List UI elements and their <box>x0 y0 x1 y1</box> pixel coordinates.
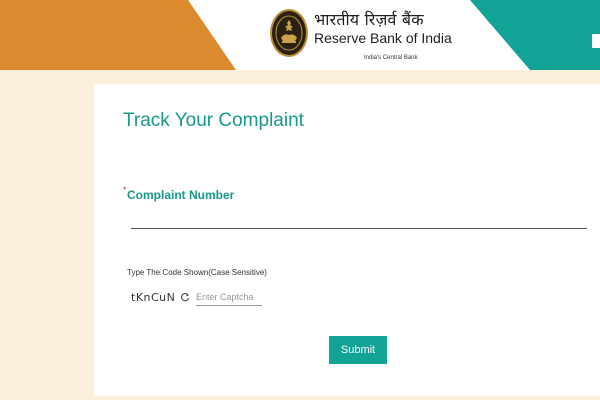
teal-band <box>470 0 600 70</box>
teal-band-notch <box>592 34 600 48</box>
complaint-number-label-text: Complaint Number <box>127 188 235 202</box>
logo-tagline: India's Central Bank <box>364 55 418 61</box>
required-marker: * <box>123 185 127 195</box>
captcha-input[interactable] <box>196 289 262 306</box>
saffron-band <box>0 0 236 70</box>
header: भारतीय रिज़र्व बैंक Reserve Bank of Indi… <box>0 0 600 70</box>
submit-button[interactable]: Submit <box>329 336 387 364</box>
refresh-icon[interactable] <box>180 292 190 302</box>
captcha-label: Type The Code Shown(Case Sensitive) <box>127 268 267 277</box>
page-title: Track Your Complaint <box>123 110 304 131</box>
complaint-form-card: Track Your Complaint * Complaint Number … <box>94 84 600 396</box>
rbi-seal-icon <box>270 9 308 57</box>
logo-hindi-text: भारतीय रिज़र्व बैंक <box>314 10 424 29</box>
page: भारतीय रिज़र्व बैंक Reserve Bank of Indi… <box>0 0 600 400</box>
logo-english-text: Reserve Bank of India <box>314 30 452 46</box>
complaint-number-input[interactable] <box>131 208 587 229</box>
complaint-number-label: * Complaint Number <box>123 185 235 202</box>
captcha-code: tKnCuN <box>131 291 176 304</box>
